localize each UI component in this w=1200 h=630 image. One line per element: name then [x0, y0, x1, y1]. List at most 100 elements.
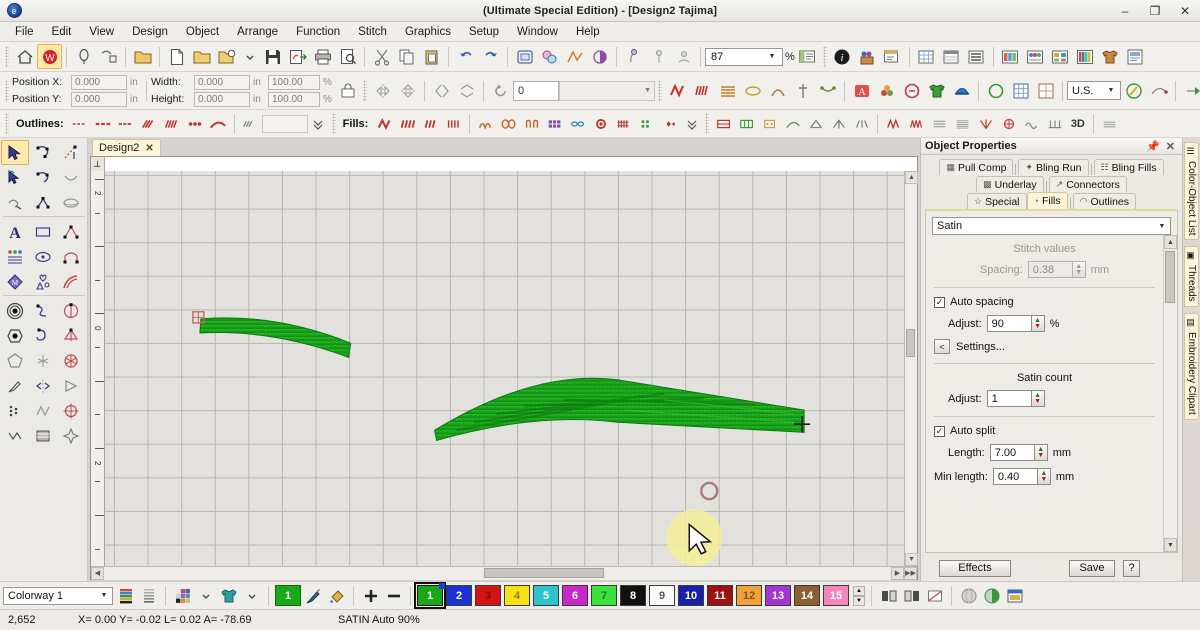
menu-window[interactable]: Window	[508, 24, 567, 40]
fill-type-select[interactable]: Satin ▼	[932, 217, 1171, 235]
paint-bucket-icon[interactable]	[326, 585, 347, 606]
color-swatch-1[interactable]: 1	[414, 582, 446, 609]
outline-satin-icon[interactable]	[138, 113, 161, 134]
toolbar-grip[interactable]	[363, 79, 367, 102]
open-recent-icon[interactable]	[214, 44, 239, 69]
min-length-stepper[interactable]: 0.40 ▲ ▼	[992, 468, 1051, 485]
appliques-icon[interactable]	[537, 44, 562, 69]
zigzag-path-tool[interactable]	[29, 398, 57, 423]
select-lasso-tool[interactable]	[1, 165, 29, 190]
realistic-view-icon[interactable]	[998, 44, 1023, 69]
shirt-icon[interactable]	[1098, 44, 1123, 69]
thread-chart-icon[interactable]	[115, 585, 136, 606]
horizontal-scroll-thumb[interactable]	[484, 567, 604, 578]
position-x-input[interactable]: 0.000	[71, 74, 127, 90]
embroidery-design[interactable]	[105, 171, 904, 566]
close-icon[interactable]: ✕	[145, 143, 153, 154]
zoom-in-icon[interactable]	[621, 44, 646, 69]
new-file-icon[interactable]	[164, 44, 189, 69]
multi-view-icon[interactable]	[1048, 44, 1073, 69]
vertical-scroll-track[interactable]	[905, 184, 917, 553]
menu-edit[interactable]: Edit	[43, 24, 81, 40]
border-curve-tool[interactable]	[57, 269, 85, 294]
design-stage[interactable]	[105, 171, 904, 566]
satin-object-small[interactable]	[192, 311, 352, 359]
menu-stitch[interactable]: Stitch	[349, 24, 396, 40]
menu-object[interactable]: Object	[177, 24, 228, 40]
outline-curve-icon[interactable]	[207, 113, 230, 134]
ellipse-reshape-tool[interactable]	[57, 190, 85, 215]
chevron-down-icon[interactable]	[241, 585, 262, 606]
properties-scroll-track[interactable]	[1164, 249, 1177, 538]
print-icon[interactable]	[310, 44, 335, 69]
select-tool[interactable]	[1, 140, 29, 165]
edit-pencil-icon[interactable]	[1121, 78, 1146, 103]
menu-view[interactable]: View	[80, 24, 123, 40]
fill-column-icon[interactable]	[442, 113, 465, 134]
menu-design[interactable]: Design	[123, 24, 177, 40]
menu-graphics[interactable]: Graphics	[396, 24, 460, 40]
maximize-button[interactable]: ❐	[1140, 0, 1170, 21]
satin-object-large[interactable]	[434, 377, 805, 442]
mirror-merge-h-icon[interactable]	[429, 78, 454, 103]
home-icon[interactable]	[12, 44, 37, 69]
pattern-fan-icon[interactable]	[850, 113, 873, 134]
tab-outlines[interactable]: ◠ Outlines	[1072, 193, 1137, 209]
open-folder-icon[interactable]	[130, 44, 155, 69]
remove-color-icon[interactable]	[383, 585, 404, 606]
stitch-view-icon[interactable]	[964, 44, 989, 69]
toolbar-grip[interactable]	[5, 45, 9, 68]
position-y-input[interactable]: 0.000	[71, 91, 127, 107]
close-button[interactable]: ✕	[1170, 0, 1200, 21]
design-properties-icon[interactable]	[795, 44, 820, 69]
outline-expand-icon[interactable]	[308, 113, 329, 134]
info-icon[interactable]: i	[830, 44, 855, 69]
settings-collapse-button[interactable]: <	[934, 339, 950, 354]
redo-icon[interactable]	[478, 44, 503, 69]
mirror-horizontal-icon[interactable]	[370, 78, 395, 103]
zigzag-dense-icon[interactable]	[905, 113, 928, 134]
toolbar-grip[interactable]	[658, 79, 662, 102]
toolbar-grip[interactable]	[331, 112, 336, 135]
color-swatch-15[interactable]: 15	[823, 585, 849, 606]
undo-icon[interactable]	[453, 44, 478, 69]
toolbar-grip[interactable]	[822, 45, 827, 68]
color-swatch-14[interactable]: 14	[794, 585, 820, 606]
ruler-toggle-icon[interactable]	[939, 44, 964, 69]
hoop-preview-icon[interactable]	[1004, 585, 1025, 606]
color-swatch-7[interactable]: 7	[591, 585, 617, 606]
toolbar-grip[interactable]	[5, 79, 9, 102]
rotate-left-icon[interactable]	[488, 78, 513, 103]
color-swatch-12[interactable]: 12	[736, 585, 762, 606]
fill-expand-icon[interactable]	[681, 113, 702, 134]
zoom-fit-icon[interactable]	[671, 44, 696, 69]
chevron-down-icon[interactable]: ▼	[1103, 83, 1119, 99]
pattern-fill-red-icon[interactable]	[712, 113, 735, 134]
pattern-curve-icon[interactable]	[781, 113, 804, 134]
pattern-arrow-icon[interactable]	[827, 113, 850, 134]
scroll-up-button[interactable]: ▲	[1164, 235, 1177, 249]
hex-fill-tool[interactable]	[1, 323, 29, 348]
polygon-node-tool[interactable]	[57, 219, 85, 244]
scroll-right-button[interactable]: ▶	[891, 566, 904, 580]
thread-list-icon[interactable]	[1073, 44, 1098, 69]
save-button[interactable]: Save	[1069, 559, 1115, 577]
palette-scroll-buttons[interactable]: ▲ ▼	[853, 585, 865, 606]
sequence-icon[interactable]	[562, 44, 587, 69]
minimize-button[interactable]: –	[1110, 0, 1140, 21]
wave-gray-icon[interactable]	[1020, 113, 1043, 134]
canvas-horizontal-scrollbar[interactable]: ◀ ▶ ▶▶	[91, 566, 917, 580]
color-change-icon[interactable]	[587, 44, 612, 69]
pattern-stamp-tool[interactable]	[57, 423, 85, 448]
help-button[interactable]: ?	[1123, 559, 1140, 577]
close-icon[interactable]: ✕	[1166, 140, 1175, 153]
magic-wand-tool[interactable]	[1, 190, 29, 215]
paste-icon[interactable]	[419, 44, 444, 69]
motif-fill-icon[interactable]	[740, 78, 765, 103]
tab-special[interactable]: ☆ Special	[966, 193, 1027, 209]
sort-colors-icon[interactable]	[878, 585, 899, 606]
circle-f ill-tool[interactable]	[1, 298, 29, 323]
zigzag-red-icon[interactable]	[882, 113, 905, 134]
line-node-tool[interactable]	[57, 140, 85, 165]
menu-setup[interactable]: Setup	[460, 24, 508, 40]
